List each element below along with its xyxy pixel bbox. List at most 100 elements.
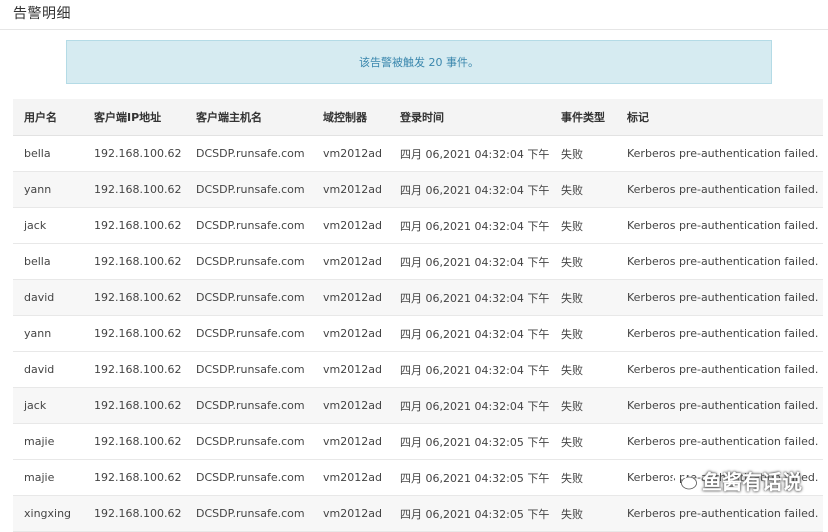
table-row[interactable]: bella 192.168.100.62 DCSDP.runsafe.com vm20… <box>13 135 823 172</box>
client-ip-cell: 192.168.100.62 <box>83 315 185 352</box>
client-hostname-cell: DCSDP.runsafe.com <box>185 279 312 316</box>
client-hostname-cell: DCSDP.runsafe.com <box>185 387 312 424</box>
remark-cell: Kerberos pre-authentication failed. <box>616 387 823 424</box>
domain-controller-cell: vm2012ad <box>312 315 389 352</box>
col-header-client-hostname[interactable]: 客户端主机名 <box>185 99 312 136</box>
domain-controller-cell: vm2012ad <box>312 495 389 532</box>
col-header-login-time[interactable]: 登录时间 <box>389 99 550 136</box>
login-time-cell: 四月 06,2021 04:32:05 下午 <box>389 423 550 460</box>
client-ip-cell: 192.168.100.62 <box>83 351 185 388</box>
login-time-cell: 四月 06,2021 04:32:05 下午 <box>389 459 550 496</box>
username-cell: majie <box>13 459 83 496</box>
page-title: 告警明细 <box>13 6 71 22</box>
client-ip-cell: 192.168.100.62 <box>83 495 185 532</box>
domain-controller-cell: vm2012ad <box>312 387 389 424</box>
event-type-cell: 失败 <box>550 243 616 280</box>
domain-controller-cell: vm2012ad <box>312 243 389 280</box>
login-time-cell: 四月 06,2021 04:32:04 下午 <box>389 171 550 208</box>
username-cell: david <box>13 351 83 388</box>
remark-cell: Kerberos pre-authentication failed. <box>616 351 823 388</box>
watermark: 鱼酱有话说 <box>672 466 802 495</box>
login-time-cell: 四月 06,2021 04:32:04 下午 <box>389 207 550 244</box>
table-row[interactable]: yann 192.168.100.62 DCSDP.runsafe.com vm201… <box>13 315 823 352</box>
event-type-cell: 失败 <box>550 387 616 424</box>
remark-cell: Kerberos pre-authentication failed. <box>616 279 823 316</box>
username-cell: david <box>13 279 83 316</box>
event-type-cell: 失败 <box>550 279 616 316</box>
col-header-event-type[interactable]: 事件类型 <box>550 99 616 136</box>
watermark-text: 鱼酱有话说 <box>702 470 802 494</box>
login-time-cell: 四月 06,2021 04:32:04 下午 <box>389 279 550 316</box>
event-type-cell: 失败 <box>550 459 616 496</box>
remark-cell: Kerberos pre-authentication failed. <box>616 243 823 280</box>
username-cell: jack <box>13 387 83 424</box>
client-ip-cell: 192.168.100.62 <box>83 171 185 208</box>
table-row[interactable]: jack 192.168.100.62 DCSDP.runsafe.com vm201… <box>13 207 823 244</box>
client-hostname-cell: DCSDP.runsafe.com <box>185 351 312 388</box>
login-time-cell: 四月 06,2021 04:32:04 下午 <box>389 243 550 280</box>
domain-controller-cell: vm2012ad <box>312 171 389 208</box>
event-type-cell: 失败 <box>550 495 616 532</box>
login-time-cell: 四月 06,2021 04:32:04 下午 <box>389 315 550 352</box>
wechat-icon <box>672 470 698 492</box>
table-row[interactable]: bella 192.168.100.62 DCSDP.runsafe.com vm20… <box>13 243 823 280</box>
domain-controller-cell: vm2012ad <box>312 351 389 388</box>
event-type-cell: 失败 <box>550 351 616 388</box>
page-header: 告警明细 <box>0 0 828 30</box>
remark-cell: Kerberos pre-authentication failed. <box>616 135 823 172</box>
username-cell: yann <box>13 171 83 208</box>
remark-cell: Kerberos pre-authentication failed. <box>616 315 823 352</box>
client-ip-cell: 192.168.100.62 <box>83 387 185 424</box>
col-header-username[interactable]: 用户名 <box>13 99 83 136</box>
client-hostname-cell: DCSDP.runsafe.com <box>185 135 312 172</box>
username-cell: bella <box>13 135 83 172</box>
event-type-cell: 失败 <box>550 423 616 460</box>
table-row[interactable]: xingxing 192.168.100.62 DCSDP.runsafe.com v… <box>13 495 823 532</box>
table-header-row: 用户名 客户端IP地址 客户端主机名 域控制器 登录时间 事件类型 标记 <box>13 99 823 136</box>
domain-controller-cell: vm2012ad <box>312 279 389 316</box>
event-type-cell: 失败 <box>550 207 616 244</box>
username-cell: xingxing <box>13 495 83 532</box>
domain-controller-cell: vm2012ad <box>312 135 389 172</box>
table-row[interactable]: majie 192.168.100.62 DCSDP.runsafe.com vm20… <box>13 423 823 460</box>
client-ip-cell: 192.168.100.62 <box>83 243 185 280</box>
event-type-cell: 失败 <box>550 135 616 172</box>
domain-controller-cell: vm2012ad <box>312 459 389 496</box>
login-time-cell: 四月 06,2021 04:32:05 下午 <box>389 495 550 532</box>
login-time-cell: 四月 06,2021 04:32:04 下午 <box>389 387 550 424</box>
table-row[interactable]: yann 192.168.100.62 DCSDP.runsafe.com vm201… <box>13 171 823 208</box>
domain-controller-cell: vm2012ad <box>312 423 389 460</box>
remark-cell: Kerberos pre-authentication failed. <box>616 423 823 460</box>
login-time-cell: 四月 06,2021 04:32:04 下午 <box>389 135 550 172</box>
table-row[interactable]: david 192.168.100.62 DCSDP.runsafe.com vm20… <box>13 351 823 388</box>
client-hostname-cell: DCSDP.runsafe.com <box>185 171 312 208</box>
client-hostname-cell: DCSDP.runsafe.com <box>185 315 312 352</box>
alert-info-banner: 该告警被触发 20 事件。 <box>66 40 772 84</box>
client-hostname-cell: DCSDP.runsafe.com <box>185 459 312 496</box>
client-ip-cell: 192.168.100.62 <box>83 423 185 460</box>
client-hostname-cell: DCSDP.runsafe.com <box>185 207 312 244</box>
client-hostname-cell: DCSDP.runsafe.com <box>185 243 312 280</box>
client-hostname-cell: DCSDP.runsafe.com <box>185 495 312 532</box>
client-ip-cell: 192.168.100.62 <box>83 279 185 316</box>
event-type-cell: 失败 <box>550 315 616 352</box>
table-row[interactable]: jack 192.168.100.62 DCSDP.runsafe.com vm201… <box>13 387 823 424</box>
event-type-cell: 失败 <box>550 171 616 208</box>
client-ip-cell: 192.168.100.62 <box>83 135 185 172</box>
col-header-client-ip[interactable]: 客户端IP地址 <box>83 99 185 136</box>
table-row[interactable]: david 192.168.100.62 DCSDP.runsafe.com vm20… <box>13 279 823 316</box>
username-cell: bella <box>13 243 83 280</box>
col-header-domain-controller[interactable]: 域控制器 <box>312 99 389 136</box>
alert-message: 该告警被触发 20 事件。 <box>359 56 479 69</box>
remark-cell: Kerberos pre-authentication failed. <box>616 495 823 532</box>
client-ip-cell: 192.168.100.62 <box>83 459 185 496</box>
client-ip-cell: 192.168.100.62 <box>83 207 185 244</box>
domain-controller-cell: vm2012ad <box>312 207 389 244</box>
username-cell: yann <box>13 315 83 352</box>
remark-cell: Kerberos pre-authentication failed. <box>616 171 823 208</box>
username-cell: majie <box>13 423 83 460</box>
username-cell: jack <box>13 207 83 244</box>
client-hostname-cell: DCSDP.runsafe.com <box>185 423 312 460</box>
col-header-remark[interactable]: 标记 <box>616 99 823 136</box>
login-time-cell: 四月 06,2021 04:32:04 下午 <box>389 351 550 388</box>
